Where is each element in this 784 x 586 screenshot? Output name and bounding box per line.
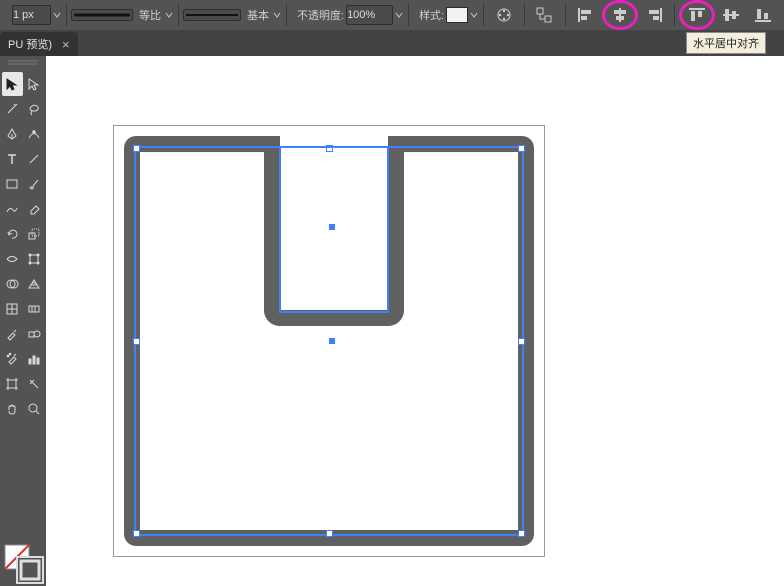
recolor-artwork-button[interactable] xyxy=(488,2,520,28)
zoom-tool[interactable] xyxy=(24,397,45,421)
tools-panel xyxy=(0,56,46,586)
tools-drag-handle[interactable] xyxy=(0,56,46,70)
stroke-width-dropdown[interactable] xyxy=(51,6,62,24)
artboard-tool[interactable] xyxy=(2,372,23,396)
type-tool[interactable] xyxy=(2,147,23,171)
document-tab[interactable]: PU 预览) × xyxy=(0,32,78,56)
curvature-tool[interactable] xyxy=(24,122,45,146)
fill-stroke-control[interactable] xyxy=(0,540,46,586)
magic-wand-tool[interactable] xyxy=(2,97,23,121)
document-tab-label: PU 预览) xyxy=(8,36,52,52)
variable-width-profile[interactable] xyxy=(71,9,133,21)
brush-label: 基本 xyxy=(247,7,269,23)
separator xyxy=(286,4,287,26)
opacity-label: 不透明度: xyxy=(297,7,344,23)
separator xyxy=(178,4,179,26)
slice-tool[interactable] xyxy=(24,372,45,396)
brush-definition[interactable] xyxy=(183,9,241,21)
selection-handle[interactable] xyxy=(518,145,525,152)
selection-handle[interactable] xyxy=(518,530,525,537)
brush-tool[interactable] xyxy=(24,172,45,196)
perspective-grid-tool[interactable] xyxy=(24,272,45,296)
profile-label: 等比 xyxy=(139,7,161,23)
scale-tool[interactable] xyxy=(24,222,45,246)
opacity-input[interactable]: 100% xyxy=(346,5,393,25)
eyedropper-tool[interactable] xyxy=(2,322,23,346)
separator xyxy=(524,4,525,26)
align-bottom-button[interactable] xyxy=(747,2,779,28)
rotate-tool[interactable] xyxy=(2,222,23,246)
mesh-tool[interactable] xyxy=(2,297,23,321)
selection-tool[interactable] xyxy=(2,72,23,96)
direct-selection-tool[interactable] xyxy=(24,72,45,96)
selection-handle[interactable] xyxy=(133,145,140,152)
center-point-indicator xyxy=(329,338,335,344)
separator xyxy=(483,4,484,26)
width-tool[interactable] xyxy=(2,247,23,271)
brush-dropdown[interactable] xyxy=(271,6,282,24)
shape-builder-tool[interactable] xyxy=(2,272,23,296)
separator xyxy=(408,4,409,26)
options-bar: 1 px 等比 基本 不透明度: 100% 样式: xyxy=(0,0,784,30)
separator xyxy=(674,4,675,26)
stroke-width-input[interactable]: 1 px xyxy=(12,5,51,25)
line-segment-tool[interactable] xyxy=(24,147,45,171)
eraser-tool[interactable] xyxy=(24,197,45,221)
align-to-selection-button[interactable] xyxy=(529,2,561,28)
selection-handle[interactable] xyxy=(133,338,140,345)
selection-handle[interactable] xyxy=(326,530,333,537)
column-graph-tool[interactable] xyxy=(24,347,45,371)
selection-handle[interactable] xyxy=(133,530,140,537)
style-dropdown[interactable] xyxy=(468,6,479,24)
blend-tool[interactable] xyxy=(24,322,45,346)
close-tab-icon[interactable]: × xyxy=(62,37,70,52)
selection-handle[interactable] xyxy=(518,338,525,345)
style-label: 样式: xyxy=(419,7,444,23)
align-horizontal-center-button[interactable] xyxy=(602,0,638,30)
align-right-button[interactable] xyxy=(638,2,670,28)
graphic-style-swatch[interactable] xyxy=(446,7,468,23)
profile-dropdown[interactable] xyxy=(163,6,174,24)
hand-tool[interactable] xyxy=(2,397,23,421)
lasso-tool[interactable] xyxy=(24,97,45,121)
canvas-area[interactable] xyxy=(46,56,784,586)
align-vertical-center-button[interactable] xyxy=(715,2,747,28)
document-tab-bar: PU 预览) × xyxy=(0,30,784,56)
free-transform-tool[interactable] xyxy=(24,247,45,271)
separator xyxy=(565,4,566,26)
shaper-tool[interactable] xyxy=(2,197,23,221)
align-left-button[interactable] xyxy=(570,2,602,28)
center-point-indicator xyxy=(329,224,335,230)
opacity-dropdown[interactable] xyxy=(393,6,404,24)
gradient-tool[interactable] xyxy=(24,297,45,321)
separator xyxy=(66,4,67,26)
tooltip: 水平居中对齐 xyxy=(686,32,766,54)
rectangle-tool[interactable] xyxy=(2,172,23,196)
align-top-button[interactable] xyxy=(679,0,715,30)
symbol-sprayer-tool[interactable] xyxy=(2,347,23,371)
pen-tool[interactable] xyxy=(2,122,23,146)
